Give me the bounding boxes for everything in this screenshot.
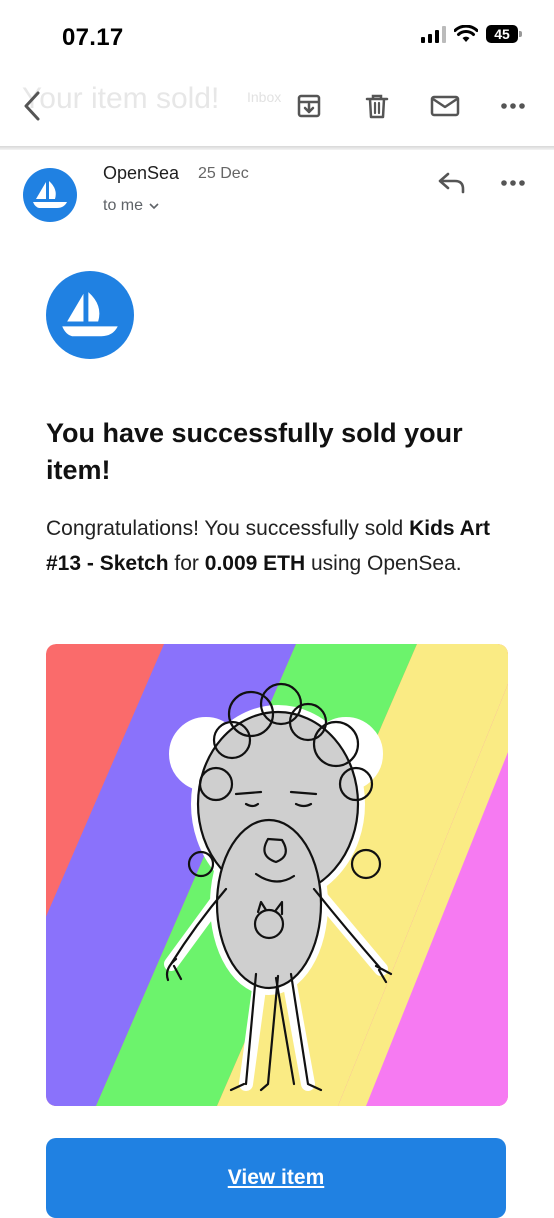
battery-level: 45 (494, 26, 510, 42)
archive-button[interactable] (289, 86, 329, 126)
mail-icon (430, 95, 460, 117)
more-icon (501, 180, 525, 186)
email-headline: You have successfully sold your item! (46, 418, 463, 485)
email-date: 25 Dec (198, 165, 249, 182)
recipient-label: to me (103, 197, 144, 214)
toolbar-divider (0, 146, 554, 150)
more-icon (501, 103, 525, 109)
reply-icon (438, 172, 465, 194)
inbox-label[interactable]: Inbox (247, 89, 281, 105)
mark-unread-button[interactable] (425, 86, 465, 126)
status-time: 07.17 (62, 24, 124, 51)
wifi-icon (454, 25, 478, 42)
sale-price: 0.009 ETH (204, 552, 306, 575)
trash-icon (365, 94, 389, 119)
view-item-button[interactable]: View item (46, 1138, 506, 1218)
nft-artwork (46, 644, 508, 1106)
message-for: for (168, 552, 205, 575)
cellular-signal-icon (421, 25, 446, 43)
status-bar: 07.17 45 (0, 0, 554, 70)
message-intro: Congratulations! You successfully sold (46, 517, 410, 540)
opensea-logo (33, 181, 67, 208)
opensea-logo-large (46, 271, 134, 359)
message-more-button[interactable] (493, 166, 533, 200)
message-outro: using OpenSea. (305, 552, 462, 575)
more-options-button[interactable] (493, 86, 533, 126)
nft-image[interactable] (46, 644, 508, 1106)
archive-icon (297, 94, 321, 118)
delete-button[interactable] (357, 86, 397, 126)
status-icons: 45 (421, 25, 522, 43)
opensea-logo (62, 292, 118, 337)
recipient-details[interactable]: to me (103, 197, 159, 215)
email-toolbar: Your item sold! Inbox (0, 70, 554, 146)
sender-avatar[interactable] (23, 168, 77, 222)
chevron-down-icon (149, 202, 159, 209)
back-button[interactable] (12, 86, 52, 126)
back-icon (24, 91, 40, 121)
sale-message: Congratulations! You successfully sold K… (46, 511, 516, 581)
sender-name[interactable]: OpenSea (103, 163, 179, 184)
reply-button[interactable] (432, 166, 472, 200)
battery-icon: 45 (486, 25, 522, 43)
